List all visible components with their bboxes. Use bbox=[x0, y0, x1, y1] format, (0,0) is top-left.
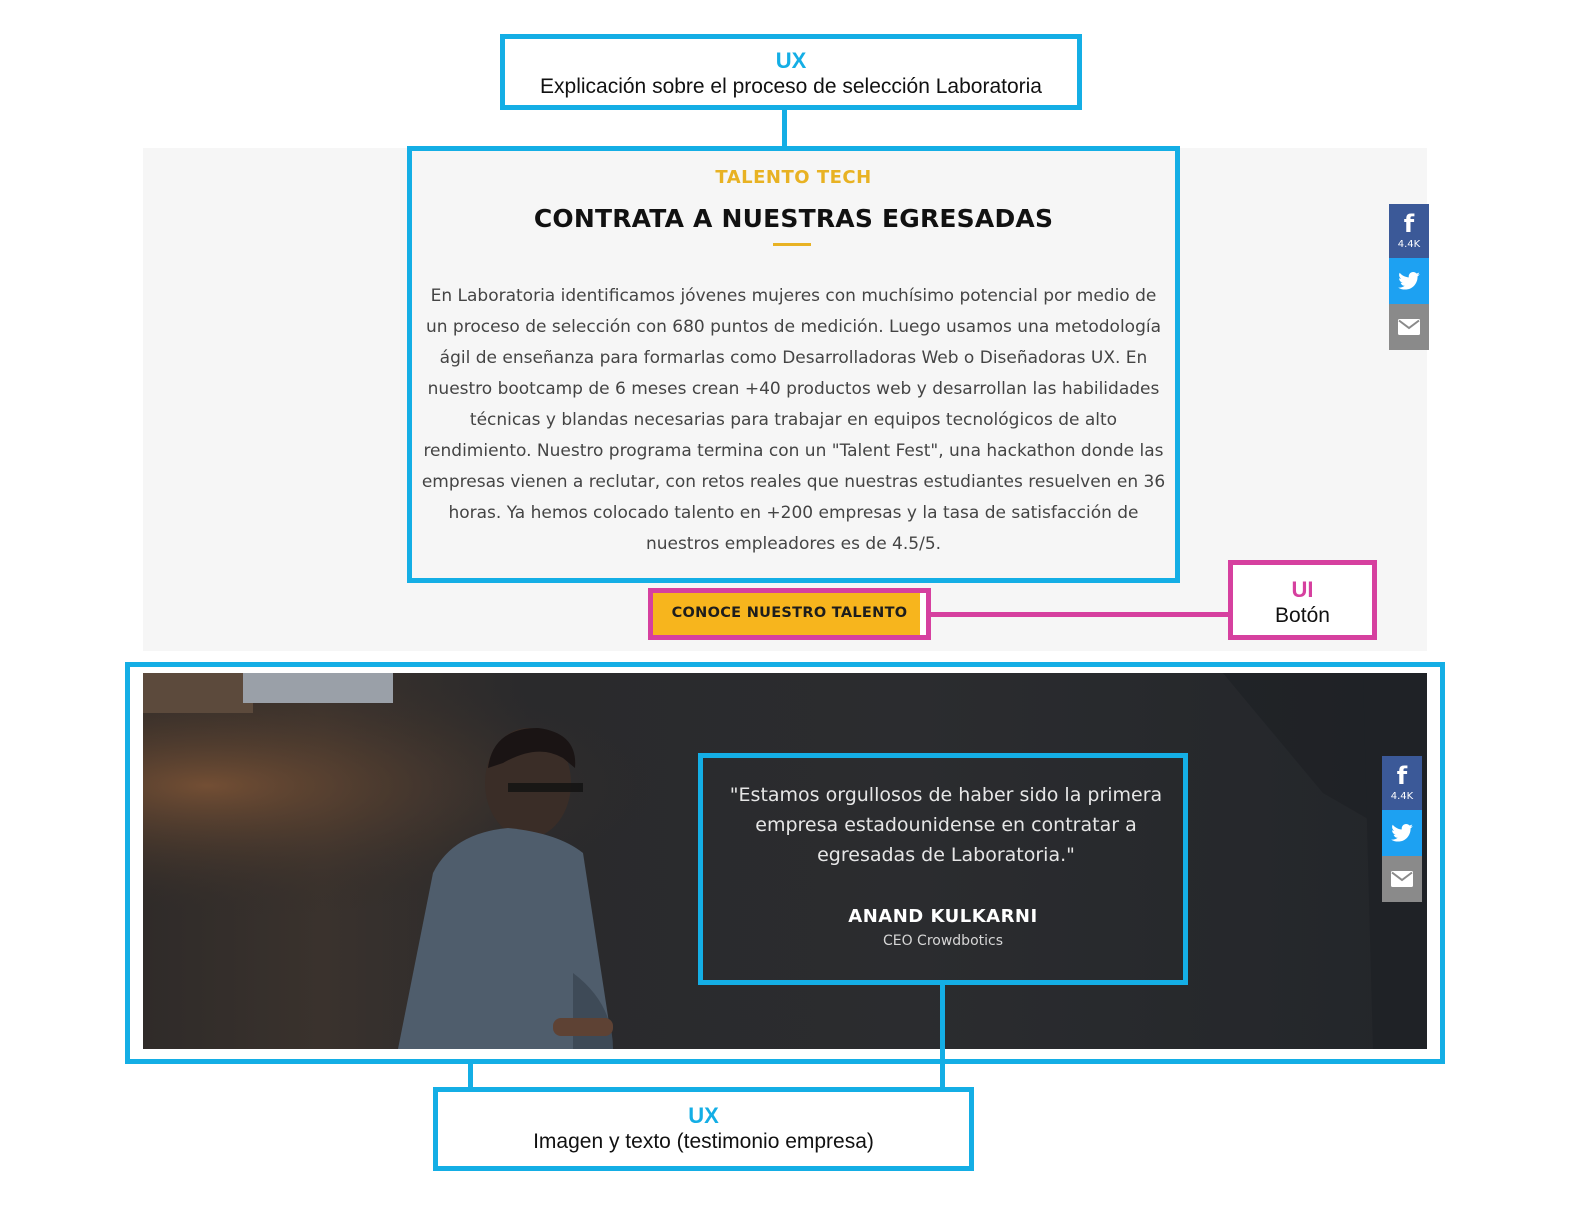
facebook-share-button[interactable]: f 4.4K bbox=[1382, 756, 1422, 810]
cta-edge bbox=[920, 593, 926, 635]
annotation-description: Explicación sobre el proceso de selecció… bbox=[540, 75, 1042, 98]
talent-content: TALENTO TECH CONTRATA A NUESTRAS EGRESAD… bbox=[407, 146, 1180, 583]
facebook-icon: f bbox=[1396, 761, 1408, 790]
testimonial-author-name: ANAND KULKARNI bbox=[848, 906, 1038, 927]
testimonial-quote: "Estamos orgullosos de haber sido la pri… bbox=[729, 784, 1163, 866]
annotation-description: Botón bbox=[1275, 604, 1330, 627]
connector-line bbox=[468, 1064, 473, 1088]
connector-line bbox=[940, 985, 945, 1088]
annotation-ui-button: UI Botón bbox=[1228, 560, 1377, 640]
twitter-icon bbox=[1398, 272, 1420, 290]
facebook-share-count: 4.4K bbox=[1397, 238, 1421, 250]
section-eyebrow: TALENTO TECH bbox=[715, 167, 872, 188]
annotation-description: Imagen y texto (testimonio empresa) bbox=[533, 1130, 874, 1153]
title-underline bbox=[773, 243, 811, 246]
testimonial-author-role: CEO Crowdbotics bbox=[882, 933, 1004, 949]
email-share-button[interactable] bbox=[1389, 304, 1429, 350]
facebook-share-button[interactable]: f 4.4K bbox=[1389, 204, 1429, 258]
talent-cta-button[interactable]: CONOCE NUESTRO TALENTO bbox=[648, 588, 931, 640]
email-share-button[interactable] bbox=[1382, 856, 1422, 902]
email-icon bbox=[1391, 871, 1413, 887]
annotation-ux-process: UX Explicación sobre el proceso de selec… bbox=[500, 34, 1082, 110]
annotation-ux-testimonial: UX Imagen y texto (testimonio empresa) bbox=[433, 1087, 974, 1171]
annotation-tag: UX bbox=[688, 1103, 719, 1128]
email-icon bbox=[1398, 319, 1420, 335]
annotation-tag: UI bbox=[1291, 577, 1314, 602]
annotation-tag: UX bbox=[775, 48, 807, 73]
talent-cta-label: CONOCE NUESTRO TALENTO bbox=[671, 605, 908, 621]
twitter-share-button[interactable] bbox=[1382, 810, 1422, 856]
twitter-icon bbox=[1391, 824, 1413, 842]
share-bar: f 4.4K bbox=[1389, 204, 1429, 350]
section-description: En Laboratoria identificamos jóvenes muj… bbox=[421, 286, 1166, 554]
connector-line bbox=[931, 612, 1228, 617]
share-bar: f 4.4K bbox=[1382, 756, 1422, 902]
twitter-share-button[interactable] bbox=[1389, 258, 1429, 304]
facebook-share-count: 4.4K bbox=[1390, 790, 1414, 802]
facebook-icon: f bbox=[1403, 209, 1415, 238]
testimonial-quote-box: "Estamos orgullosos de haber sido la pri… bbox=[698, 753, 1188, 985]
connector-line bbox=[782, 110, 787, 148]
section-title: CONTRATA A NUESTRAS EGRESADAS bbox=[533, 204, 1054, 233]
